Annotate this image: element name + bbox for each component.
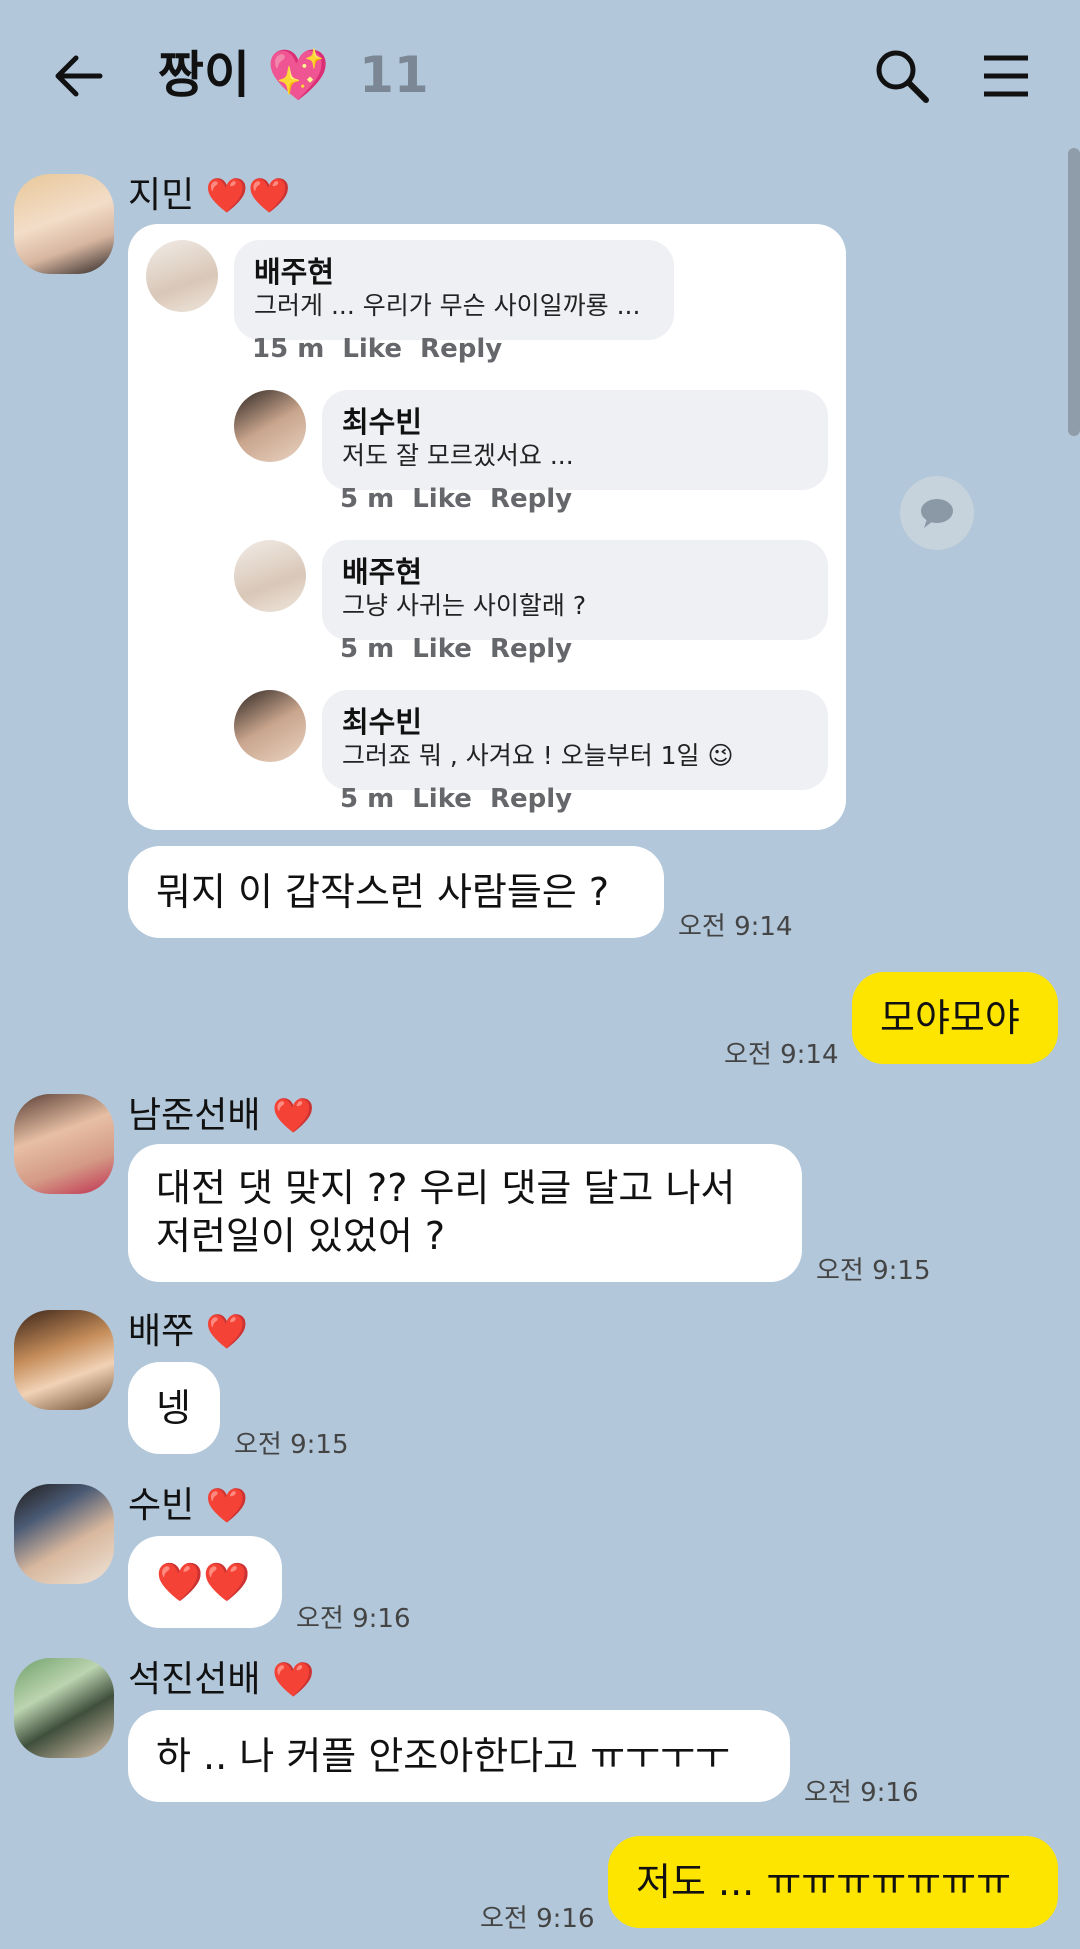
commenter-avatar	[234, 540, 306, 612]
search-icon[interactable]	[872, 46, 932, 106]
message-bubble[interactable]: 뭐지 이 갑작스런 사람들은 ?	[128, 846, 664, 938]
comment-text: 그냥 사귀는 사이할래 ?	[342, 591, 587, 620]
chat-title: 짱이 💖 11	[158, 42, 429, 108]
scrollbar[interactable]	[1068, 148, 1080, 436]
message-line: 대전 댓 맞지 ?? 우리 댓글 달고 나서	[156, 1166, 736, 1210]
commenter-name: 배주현	[254, 255, 335, 289]
sender-name: 남준선배 ❤️	[128, 1095, 315, 1136]
comment-time: 15 m	[252, 334, 325, 364]
avatar-seokjin[interactable]	[14, 1658, 114, 1758]
message-bubble[interactable]: 넹	[128, 1362, 220, 1454]
message-time: 오전 9:15	[234, 1430, 349, 1460]
sender-name: 수빈 ❤️	[128, 1485, 249, 1526]
message-time: 오전 9:16	[480, 1904, 595, 1934]
sender-name: 석진선배 ❤️	[128, 1659, 315, 1700]
message-time: 오전 9:16	[804, 1778, 919, 1808]
commenter-name: 배주현	[342, 555, 423, 589]
avatar-jimin[interactable]	[14, 174, 114, 274]
commenter-avatar	[234, 390, 306, 462]
comment-time: 5 m	[340, 634, 395, 664]
message-bubble[interactable]: 대전 댓 맞지 ?? 우리 댓글 달고 나서 저런일이 있었어 ?	[128, 1144, 802, 1282]
comment-bubble: 최수빈 그러죠 뭐 , 사겨요 ! 오늘부터 1일 😉	[322, 690, 828, 790]
comment-text: 그러게 ... 우리가 무슨 사이일까룡 ...	[254, 291, 641, 320]
message-time: 오전 9:16	[296, 1604, 411, 1634]
avatar-namjoon[interactable]	[14, 1094, 114, 1194]
avatar-baejju[interactable]	[14, 1310, 114, 1410]
commenter-avatar	[234, 690, 306, 762]
message-time: 오전 9:15	[816, 1256, 931, 1286]
commenter-avatar	[146, 240, 218, 312]
comment-text: 그러죠 뭐 , 사겨요 ! 오늘부터 1일 😉	[342, 741, 734, 770]
message-time: 오전 9:14	[724, 1040, 839, 1070]
shared-post-card[interactable]: 배주현 그러게 ... 우리가 무슨 사이일까룡 ... 15 m Like Rep…	[128, 224, 846, 830]
sender-name: 배쭈 ❤️	[128, 1311, 249, 1352]
comment-meta: 5 m Like Reply	[340, 634, 590, 664]
chat-header: 짱이 💖 11	[0, 0, 1080, 150]
reply-link[interactable]: Reply	[420, 334, 502, 364]
commenter-name: 최수빈	[342, 405, 423, 439]
reply-link[interactable]: Reply	[490, 784, 572, 814]
comment-meta: 5 m Like Reply	[340, 484, 590, 514]
heart-icon: ❤️	[205, 1312, 249, 1352]
like-link[interactable]: Like	[412, 484, 472, 514]
hamburger-menu-icon[interactable]	[980, 50, 1032, 102]
my-message-bubble[interactable]: 저도 ... ㅠㅠㅠㅠㅠㅠㅠ	[608, 1836, 1058, 1928]
comment-meta: 15 m Like Reply	[252, 334, 520, 364]
share-chat-icon[interactable]	[900, 476, 974, 550]
heart-emoji-icon: 💖	[267, 46, 330, 104]
heart-icon: ❤️	[271, 1096, 315, 1136]
reply-link[interactable]: Reply	[490, 634, 572, 664]
heart-icon: ❤️❤️	[205, 176, 291, 216]
comment-bubble: 최수빈 저도 잘 모르겠서요 ...	[322, 390, 828, 490]
message-line: 저런일이 있었어 ?	[156, 1214, 446, 1258]
back-arrow-icon[interactable]	[50, 48, 106, 104]
message-time: 오전 9:14	[678, 912, 793, 942]
reply-link[interactable]: Reply	[490, 484, 572, 514]
my-message-bubble[interactable]: 모야모야	[852, 972, 1058, 1064]
heart-icon: ❤️	[205, 1486, 249, 1526]
message-bubble[interactable]: 하 .. 나 커플 안조아한다고 ㅠㅜㅜㅜ	[128, 1710, 790, 1802]
comment-bubble: 배주현 그냥 사귀는 사이할래 ?	[322, 540, 828, 640]
like-link[interactable]: Like	[412, 784, 472, 814]
like-link[interactable]: Like	[412, 634, 472, 664]
comment-time: 5 m	[340, 784, 395, 814]
commenter-name: 최수빈	[342, 705, 423, 739]
heart-icon: ❤️	[271, 1660, 315, 1700]
like-link[interactable]: Like	[342, 334, 402, 364]
sender-name: 지민 ❤️❤️	[128, 175, 291, 216]
chat-room-name: 짱이	[158, 46, 250, 104]
comment-text: 저도 잘 모르겠서요 ...	[342, 441, 574, 470]
member-count: 11	[359, 46, 429, 104]
comment-bubble: 배주현 그러게 ... 우리가 무슨 사이일까룡 ...	[234, 240, 674, 340]
comment-meta: 5 m Like Reply	[340, 784, 590, 814]
comment-time: 5 m	[340, 484, 395, 514]
message-bubble[interactable]: ❤️❤️	[128, 1536, 282, 1628]
avatar-soobin[interactable]	[14, 1484, 114, 1584]
